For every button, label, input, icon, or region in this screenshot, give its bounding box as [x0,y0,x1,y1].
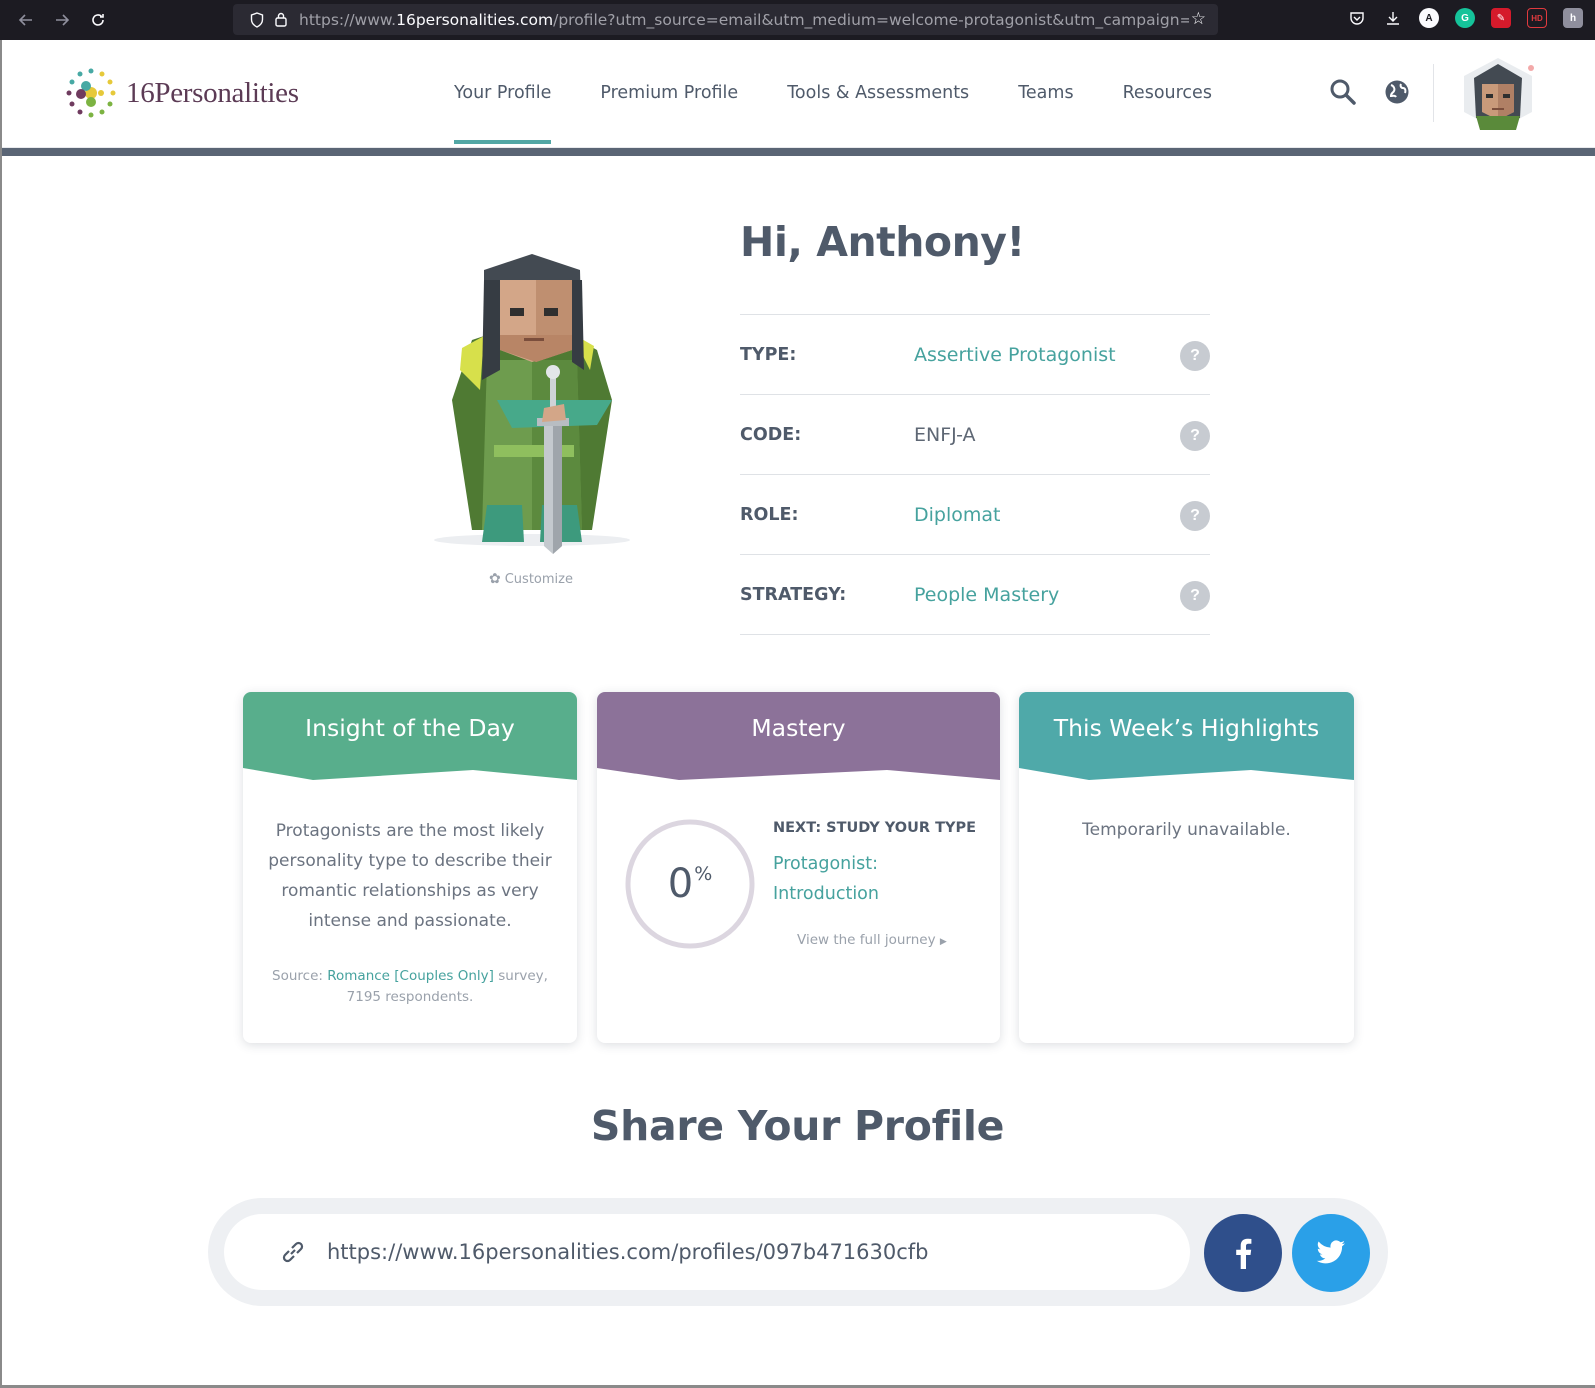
greeting-heading: Hi, Anthony! [740,218,1025,266]
link-icon [279,1238,307,1266]
strategy-value-link[interactable]: People Mastery [914,584,1059,606]
info-row-code: CODE: ENFJ-A ? [740,395,1210,475]
type-label: TYPE: [740,344,797,365]
search-icon [1330,79,1356,105]
lock-icon[interactable] [269,12,293,27]
mastery-next-label: NEXT: STUDY YOUR TYPE [773,820,977,836]
nav-your-profile[interactable]: Your Profile [454,40,552,146]
user-avatar[interactable] [1458,56,1538,132]
site-header: 16Personalities Your Profile Premium Pro… [2,40,1595,148]
reload-button[interactable] [80,0,116,40]
site-logo[interactable]: 16Personalities [64,66,299,120]
browser-toolbar: https://www.16personalities.com/profile?… [0,0,1595,40]
highlights-card: This Week’s Highlights Temporarily unava… [1019,692,1354,1043]
help-icon[interactable]: ? [1180,341,1210,371]
lesson-line-2: Introduction [773,884,879,904]
download-icon[interactable] [1383,8,1403,28]
main-nav: Your Profile Premium Profile Tools & Ass… [454,40,1212,146]
info-row-role: ROLE: Diplomat ? [740,475,1210,555]
hd-extension-icon[interactable]: HD [1527,8,1547,28]
logo-dots-icon [66,68,116,118]
source-prefix: Source: [272,968,328,984]
mastery-percent-value: 0 [667,861,694,907]
extension-icons: A G ✎ HD h [1347,8,1583,28]
mastery-card-header: Mastery [597,692,1000,782]
code-value: ENFJ-A [914,423,976,446]
info-row-strategy: STRATEGY: People Mastery ? [740,555,1210,635]
url-path: /profile?utm_source=email&utm_medium=wel… [553,10,1189,29]
profile-info-table: TYPE: Assertive Protagonist ? CODE: ENFJ… [740,314,1210,635]
url-prefix: https://www. [299,10,397,29]
forward-button[interactable] [44,0,80,40]
pocket-icon[interactable] [1347,8,1367,28]
nav-premium-profile[interactable]: Premium Profile [600,40,738,146]
mastery-lesson-link[interactable]: Protagonist: Introduction [773,849,973,909]
caret-right-icon: ▶ [939,937,947,947]
facebook-icon [1236,1238,1252,1269]
customize-button[interactable]: ✿ Customize [489,571,573,587]
role-label: ROLE: [740,504,799,525]
arrow-right-icon [56,14,70,26]
twitter-icon [1316,1240,1345,1264]
share-bar: https://www.16personalities.com/profiles… [208,1198,1388,1306]
address-bar[interactable]: https://www.16personalities.com/profile?… [233,4,1218,35]
extension-red-icon[interactable]: ✎ [1491,8,1511,28]
highlights-card-header: This Week’s Highlights [1019,692,1354,782]
mastery-percent: 0% [624,818,756,950]
percent-sign: % [694,863,713,885]
personality-avatar-illustration [432,250,632,555]
language-button[interactable] [1384,79,1410,110]
header-divider [1433,64,1434,122]
window-edge-left [0,40,2,1388]
respondents-count: 7195 respondents. [346,989,474,1005]
nav-tools-assessments[interactable]: Tools & Assessments [787,40,969,146]
insight-card-title: Insight of the Day [305,714,515,742]
type-value-link[interactable]: Assertive Protagonist [914,344,1116,366]
help-icon[interactable]: ? [1180,501,1210,531]
help-icon[interactable]: ? [1180,581,1210,611]
source-suffix: survey, [493,968,548,984]
share-heading: Share Your Profile [590,1102,1005,1150]
back-button[interactable] [8,0,44,40]
nav-teams[interactable]: Teams [1018,40,1073,146]
reload-icon [92,14,104,26]
grammarly-icon[interactable]: G [1455,8,1475,28]
journey-label: View the full journey [797,932,936,948]
survey-link[interactable]: Romance [Couples Only] [327,968,494,984]
insight-text: Protagonists are the most likely persona… [268,821,552,931]
globe-icon [1385,80,1409,104]
code-label: CODE: [740,424,802,445]
bookmark-star-icon[interactable]: ☆ [1191,9,1206,29]
highlights-text: Temporarily unavailable. [1082,820,1291,840]
twitter-share-button[interactable] [1292,1214,1370,1292]
mastery-card: Mastery 0% NEXT: STUDY YOUR TYPE Protago… [597,692,1000,1043]
insight-card-header: Insight of the Day [243,692,577,782]
info-row-type: TYPE: Assertive Protagonist ? [740,315,1210,395]
customize-label: Customize [504,571,573,587]
url-text[interactable]: https://www.16personalities.com/profile?… [299,11,1189,29]
role-value-link[interactable]: Diplomat [914,504,1000,526]
logo-text: 16Personalities [126,76,299,109]
extension-a-icon[interactable]: A [1419,8,1439,28]
gear-icon: ✿ [489,571,501,587]
profile-url-field[interactable]: https://www.16personalities.com/profiles… [224,1214,1190,1290]
nav-resources[interactable]: Resources [1123,40,1212,146]
insight-source: Source: Romance [Couples Only] survey, 71… [263,966,557,1008]
search-button[interactable] [1329,78,1357,111]
lesson-line-1: Protagonist: [773,854,878,874]
view-journey-link[interactable]: View the full journey ▶ [797,932,947,948]
mastery-card-title: Mastery [751,714,846,742]
facebook-share-button[interactable] [1204,1214,1282,1292]
help-icon[interactable]: ? [1180,421,1210,451]
arrow-left-icon [18,14,32,26]
profile-url: https://www.16personalities.com/profiles… [327,1240,929,1264]
shield-icon[interactable] [245,11,269,28]
extension-gray-icon[interactable]: h [1563,8,1583,28]
insight-card: Insight of the Day Protagonists are the … [243,692,577,1043]
strategy-label: STRATEGY: [740,584,847,605]
url-domain: 16personalities.com [396,10,554,29]
highlights-card-title: This Week’s Highlights [1053,714,1320,742]
header-underline [2,148,1595,156]
